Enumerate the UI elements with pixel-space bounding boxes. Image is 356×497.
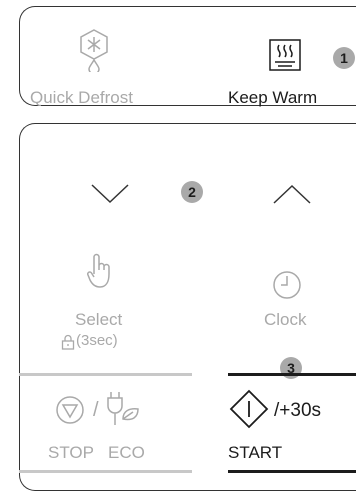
quick-defrost-button[interactable]: Quick Defrost [30,28,180,108]
divider-right [228,373,356,376]
stop-eco-separator: / [93,399,99,421]
hand-touch-icon [87,253,110,288]
warming-plate-icon [269,39,301,71]
select-button[interactable]: Select (3sec) [55,250,165,360]
start-diamond-icon [229,389,269,429]
lock-icon [61,334,75,350]
clock-label: Clock [264,310,307,329]
start-button[interactable]: /+30s START [228,385,356,470]
select-sublabel: (3sec) [76,332,118,349]
bottom-divider-left [19,470,192,473]
chevron-up-icon[interactable] [272,183,312,205]
clock-icon [273,271,301,299]
snowflake-drop-icon [80,29,108,72]
step-badge-2: 2 [181,181,203,203]
step-badge-1: 1 [333,47,355,69]
eco-plug-leaf-icon [107,392,139,425]
eco-label: ECO [108,443,145,462]
quick-defrost-label: Quick Defrost [30,88,133,107]
clock-button[interactable]: Clock [255,250,335,340]
stop-eco-button[interactable]: / STOP ECO [45,385,185,470]
chevron-down-icon[interactable] [90,183,130,205]
select-label: Select [75,310,123,329]
stop-icon [56,396,84,424]
keep-warm-button[interactable]: Keep Warm [228,28,353,108]
bottom-divider-right [228,470,356,473]
start-label: START [228,443,283,462]
divider-left [19,373,192,376]
stop-label: STOP [48,443,94,462]
keep-warm-label: Keep Warm [228,88,318,107]
start-plus30-label: /+30s [274,400,322,421]
